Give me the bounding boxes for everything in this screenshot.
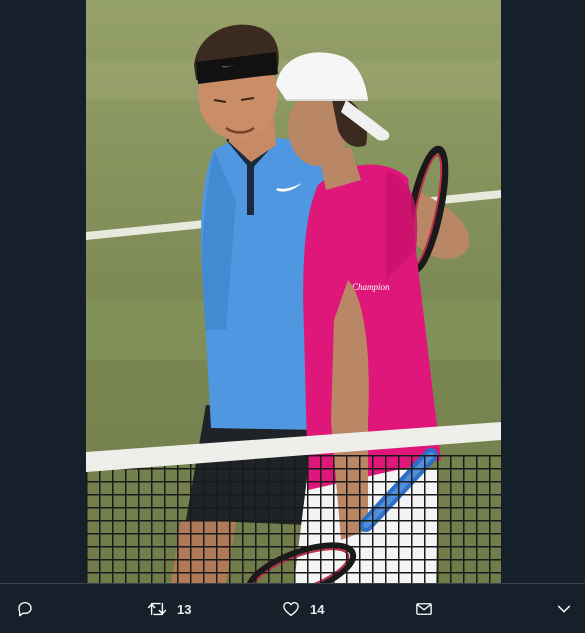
chevron-down-icon: [556, 601, 572, 617]
tweet-photo[interactable]: Champion: [86, 0, 501, 583]
envelope-icon: [415, 601, 433, 617]
like-count: 14: [310, 601, 325, 617]
shirt-logo-text: Champion: [352, 282, 390, 292]
heart-icon: [282, 600, 300, 618]
retweet-button[interactable]: 13: [147, 584, 191, 633]
reply-icon: [16, 600, 34, 618]
tennis-players-image: Champion: [86, 0, 501, 583]
retweet-count: 13: [177, 601, 192, 617]
retweet-icon: [147, 600, 167, 618]
tweet-action-bar: 13 14: [0, 583, 585, 633]
like-button[interactable]: 14: [282, 584, 324, 633]
media-viewer: Champion: [0, 0, 585, 583]
direct-message-button[interactable]: [415, 584, 433, 633]
more-options-button[interactable]: [556, 584, 572, 633]
reply-button[interactable]: [16, 584, 34, 633]
